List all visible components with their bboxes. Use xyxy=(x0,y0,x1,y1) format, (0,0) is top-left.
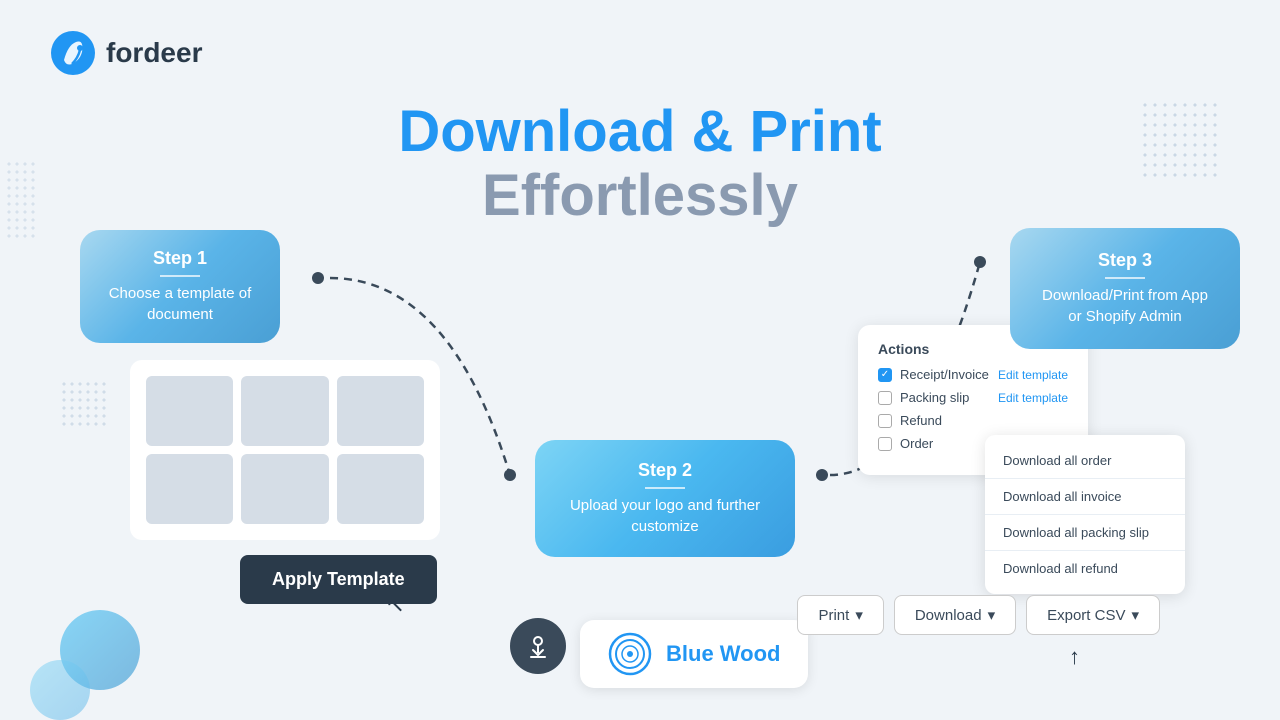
step3-description: Download/Print from App or Shopify Admin xyxy=(1034,285,1216,327)
action-left-packing: Packing slip xyxy=(878,390,969,405)
packing-label: Packing slip xyxy=(900,390,969,405)
export-csv-chevron-icon: ▾ xyxy=(1131,606,1139,624)
packing-checkbox[interactable] xyxy=(878,391,892,405)
refund-checkbox[interactable] xyxy=(878,414,892,428)
action-row-receipt: ✓ Receipt/Invoice Edit template xyxy=(878,367,1068,382)
title-line2: Effortlessly xyxy=(290,164,990,228)
logo-text: fordeer xyxy=(106,37,202,69)
step3-card: Step 3 Download/Print from App or Shopif… xyxy=(1010,228,1240,349)
receipt-label: Receipt/Invoice xyxy=(900,367,989,382)
apply-template-button[interactable]: Apply Template xyxy=(240,555,437,604)
template-cell-4[interactable] xyxy=(146,454,233,524)
download-button[interactable]: Download ▾ xyxy=(894,595,1016,635)
print-chevron-icon: ▾ xyxy=(855,606,863,624)
step2-label: Step 2 xyxy=(559,460,771,481)
packing-edit-link[interactable]: Edit template xyxy=(998,391,1068,405)
order-label: Order xyxy=(900,436,933,451)
action-left-receipt: ✓ Receipt/Invoice xyxy=(878,367,989,382)
download-dropdown: Download all order Download all invoice … xyxy=(985,435,1185,594)
step1-label: Step 1 xyxy=(100,248,260,269)
template-cell-3[interactable] xyxy=(337,376,424,446)
step1-divider xyxy=(160,275,200,277)
bg-dots-top-right xyxy=(1140,100,1220,180)
main-title-block: Download & Print Effortlessly xyxy=(290,100,990,228)
step1-description: Choose a template of document xyxy=(100,283,260,325)
step1-card: Step 1 Choose a template of document xyxy=(80,230,280,343)
template-cell-1[interactable] xyxy=(146,376,233,446)
receipt-checkbox[interactable]: ✓ xyxy=(878,368,892,382)
download-label: Download xyxy=(915,607,982,624)
step2-description: Upload your logo and further customize xyxy=(559,495,771,537)
export-csv-label: Export CSV xyxy=(1047,607,1125,624)
export-csv-button[interactable]: Export CSV ▾ xyxy=(1026,595,1160,635)
dropdown-item-refund[interactable]: Download all refund xyxy=(985,551,1185,586)
template-cell-2[interactable] xyxy=(241,376,328,446)
logo-icon xyxy=(50,30,96,76)
template-cell-6[interactable] xyxy=(337,454,424,524)
title-line1: Download & Print xyxy=(290,100,990,164)
cursor-arrow: ↖ xyxy=(385,590,405,619)
action-row-packing: Packing slip Edit template xyxy=(878,390,1068,405)
download-chevron-icon: ▾ xyxy=(988,606,996,624)
template-cell-5[interactable] xyxy=(241,454,328,524)
share-icon-container[interactable] xyxy=(510,618,566,674)
step3-divider xyxy=(1105,277,1145,279)
share-icon xyxy=(523,631,553,661)
print-button[interactable]: Print ▾ xyxy=(797,595,883,635)
order-checkbox[interactable] xyxy=(878,437,892,451)
header: fordeer xyxy=(50,30,202,76)
print-label: Print xyxy=(818,607,849,624)
bg-dots-left2 xyxy=(5,160,35,240)
template-grid xyxy=(146,376,424,524)
step2-card: Step 2 Upload your logo and further cust… xyxy=(535,440,795,557)
dropdown-item-packing[interactable]: Download all packing slip xyxy=(985,515,1185,551)
bluewood-logo-icon xyxy=(608,632,652,676)
dropdown-item-order[interactable]: Download all order xyxy=(985,443,1185,479)
bg-dots-left xyxy=(60,380,110,430)
bluewood-text: Blue Wood xyxy=(666,641,780,667)
dropdown-item-invoice[interactable]: Download all invoice xyxy=(985,479,1185,515)
bottom-buttons: Print ▾ Download ▾ Export CSV ▾ xyxy=(797,595,1160,635)
receipt-edit-link[interactable]: Edit template xyxy=(998,368,1068,382)
bg-circle-bottom-left2 xyxy=(30,660,90,720)
action-left-order: Order xyxy=(878,436,933,451)
bluewood-container: Blue Wood xyxy=(580,620,808,688)
step3-label: Step 3 xyxy=(1034,250,1216,271)
step2-divider xyxy=(645,487,685,489)
action-row-refund: Refund xyxy=(878,413,1068,428)
template-grid-container xyxy=(130,360,440,540)
cursor-arrow2: ↑ xyxy=(1069,644,1080,670)
refund-label: Refund xyxy=(900,413,942,428)
action-left-refund: Refund xyxy=(878,413,942,428)
